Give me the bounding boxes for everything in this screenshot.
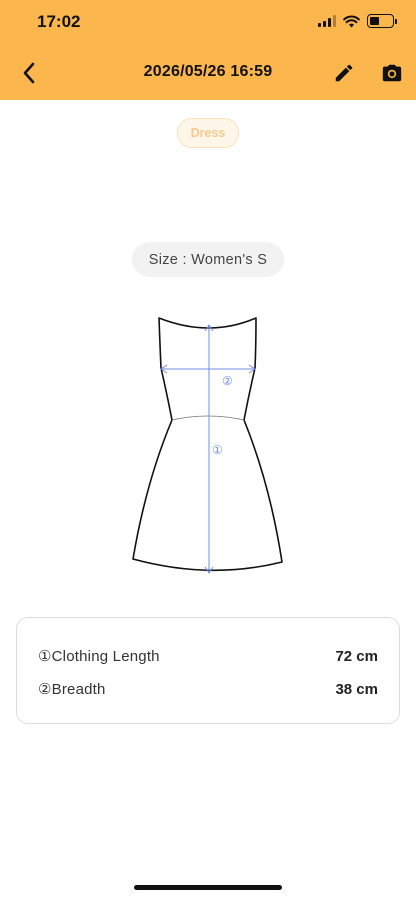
edit-button[interactable] [331, 60, 357, 86]
measurement-value: 38 cm [335, 680, 378, 698]
measurement-row: ②Breadth 38 cm [38, 678, 378, 700]
dress-diagram: ① ② [132, 317, 283, 574]
signal-icon [318, 15, 336, 27]
status-icons [318, 14, 397, 28]
measurement-value: 72 cm [335, 647, 378, 665]
marker-breadth: ② [222, 374, 233, 388]
wifi-icon [343, 14, 360, 27]
measurement-label: ②Breadth [38, 681, 106, 698]
size-chip[interactable]: Size : Women's S [132, 242, 284, 277]
dress-outline [132, 317, 283, 572]
pencil-icon [335, 64, 353, 82]
camera-icon [382, 64, 402, 82]
battery-icon [367, 14, 397, 28]
home-indicator [134, 885, 282, 890]
measurement-row: ①Clothing Length 72 cm [38, 645, 378, 667]
marker-length: ① [212, 443, 223, 457]
status-time: 17:02 [37, 12, 81, 31]
battery-fill [370, 17, 380, 25]
top-header: 17:02 2026/05/26 16:59 [0, 0, 416, 100]
measurements-card: ①Clothing Length 72 cm ②Breadth 38 cm [16, 617, 400, 724]
measurement-label: ①Clothing Length [38, 648, 160, 665]
category-tag: Dress [177, 118, 239, 148]
camera-button[interactable] [379, 60, 405, 86]
